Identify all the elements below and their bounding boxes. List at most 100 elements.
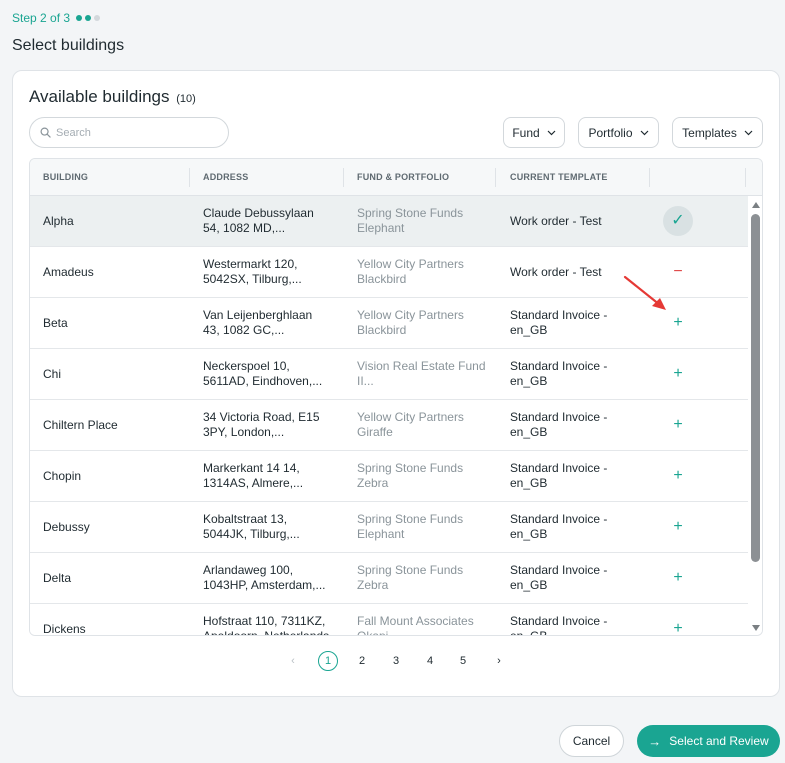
scroll-up-arrow[interactable] <box>752 202 760 208</box>
building-address: Markerkant 14 14, 1314AS, Almere,... <box>203 461 333 491</box>
fund-portfolio: Vision Real Estate Fund II... <box>357 359 487 389</box>
address-line-2: 5044JK, Tilburg,... <box>203 527 300 541</box>
next-page-button[interactable]: › <box>489 651 509 671</box>
add-button[interactable]: + <box>663 512 693 542</box>
table-row[interactable]: Beta Van Leijenberghlaan 43, 1082 GC,... Ye… <box>30 298 748 349</box>
column-divider <box>343 168 344 187</box>
column-divider <box>745 168 746 187</box>
pagination: ‹ 1 2 3 4 5 › <box>13 651 779 671</box>
fund-portfolio: Yellow City Partners Blackbird <box>357 257 487 287</box>
address-line-2: 1043HP, Amsterdam,... <box>203 578 326 592</box>
portfolio-name: Zebra <box>357 578 389 592</box>
address-line-2: 1314AS, Almere,... <box>203 476 304 490</box>
building-name: Chiltern Place <box>43 418 118 432</box>
building-name: Chopin <box>43 469 82 483</box>
fund-portfolio: Spring Stone Funds Zebra <box>357 461 487 491</box>
template-line-1: Standard Invoice - <box>510 359 608 373</box>
templates-filter[interactable]: Templates <box>672 117 763 148</box>
add-button[interactable]: + <box>663 563 693 593</box>
template-line-1: Standard Invoice - <box>510 308 608 322</box>
address-line-2: 43, 1082 GC,... <box>203 323 285 337</box>
header-fund-portfolio[interactable]: FUND & PORTFOLIO <box>357 159 449 196</box>
fund-portfolio: Spring Stone Funds Elephant <box>357 206 487 236</box>
portfolio-filter[interactable]: Portfolio <box>578 117 659 148</box>
chevron-down-icon <box>744 130 753 135</box>
portfolio-name: Blackbird <box>357 323 407 337</box>
add-button[interactable]: + <box>663 359 693 389</box>
table-row[interactable]: Chiltern Place 34 Victoria Road, E15 3PY, … <box>30 400 748 451</box>
table-row[interactable]: Delta Arlandaweg 100, 1043HP, Amsterdam,..… <box>30 553 748 604</box>
search-input[interactable] <box>56 126 206 139</box>
add-button[interactable]: + <box>663 410 693 440</box>
address-line-2: 3PY, London,... <box>203 425 285 439</box>
plus-icon: + <box>673 365 683 382</box>
step-indicator: Step 2 of 3 <box>12 11 101 25</box>
plus-icon: + <box>673 467 683 484</box>
template-line-2: en_GB <box>510 425 548 439</box>
building-name: Alpha <box>43 214 74 228</box>
table-header: BUILDING ADDRESS FUND & PORTFOLIO CURREN… <box>30 159 762 196</box>
current-template: Standard Invoice - en_GB <box>510 461 630 491</box>
step-text: Step 2 of 3 <box>12 11 71 25</box>
building-name: Delta <box>43 571 72 585</box>
template-line-1: Standard Invoice - <box>510 512 608 526</box>
portfolio-name: Blackbird <box>357 272 407 286</box>
arrow-right-icon: → <box>648 733 662 749</box>
header-address[interactable]: ADDRESS <box>203 159 248 196</box>
cancel-button[interactable]: Cancel <box>559 725 624 757</box>
add-button[interactable]: + <box>663 461 693 491</box>
add-button[interactable]: + <box>663 308 693 338</box>
template-line-1: Standard Invoice - <box>510 563 608 577</box>
buildings-table: BUILDING ADDRESS FUND & PORTFOLIO CURREN… <box>29 158 763 636</box>
portfolio-name: Elephant <box>357 527 405 541</box>
template-line-2: en_GB <box>510 578 548 592</box>
header-current-template[interactable]: CURRENT TEMPLATE <box>510 159 608 196</box>
template-line-1: Work order - Test <box>510 214 602 228</box>
building-count: (10) <box>176 93 196 105</box>
table-row[interactable]: Amadeus Westermarkt 120, 5042SX, Tilburg,.… <box>30 247 748 298</box>
selected-toggle[interactable]: ✓ <box>663 206 693 236</box>
add-button[interactable]: + <box>663 614 693 636</box>
table-row[interactable]: Alpha Claude Debussylaan 54, 1082 MD,... Sp… <box>30 196 748 247</box>
building-address: Westermarkt 120, 5042SX, Tilburg,... <box>203 257 333 287</box>
template-line-1: Standard Invoice - <box>510 410 608 424</box>
panel-title-text: Available buildings <box>29 87 170 106</box>
building-address: Kobaltstraat 13, 5044JK, Tilburg,... <box>203 512 333 542</box>
page-5[interactable]: 5 <box>453 651 473 671</box>
fund-filter[interactable]: Fund <box>503 117 565 148</box>
header-building[interactable]: BUILDING <box>43 159 88 196</box>
plus-icon: + <box>673 518 683 535</box>
address-line-2: 54, 1082 MD,... <box>203 221 286 235</box>
current-template: Standard Invoice - en_GB <box>510 410 630 440</box>
address-line-2: 5042SX, Tilburg,... <box>203 272 302 286</box>
fund-name: Yellow City Partners <box>357 257 464 271</box>
scrollbar[interactable] <box>748 196 762 635</box>
address-line-1: Neckerspoel 10, <box>203 359 290 373</box>
step-dot-1 <box>76 15 83 21</box>
current-template: Standard Invoice - en_GB <box>510 308 630 338</box>
scrollbar-thumb[interactable] <box>751 214 760 562</box>
scroll-down-arrow[interactable] <box>752 625 760 631</box>
prev-page-button[interactable]: ‹ <box>283 651 303 671</box>
table-row[interactable]: Chi Neckerspoel 10, 5611AD, Eindhoven,... V… <box>30 349 748 400</box>
fund-name: Yellow City Partners <box>357 308 464 322</box>
fund-name: Yellow City Partners <box>357 410 464 424</box>
template-line-1: Standard Invoice - <box>510 614 608 628</box>
page-1[interactable]: 1 <box>318 651 338 671</box>
building-address: Hofstraat 110, 7311KZ, Apeldoorn, Netherl… <box>203 614 333 635</box>
fund-portfolio: Spring Stone Funds Zebra <box>357 563 487 593</box>
page-2[interactable]: 2 <box>352 651 372 671</box>
column-divider <box>189 168 190 187</box>
plus-icon: + <box>673 569 683 586</box>
current-template: Standard Invoice - en_GB <box>510 563 630 593</box>
page-4[interactable]: 4 <box>420 651 440 671</box>
portfolio-name: Okapi <box>357 629 389 636</box>
search-box[interactable] <box>29 117 229 148</box>
table-row[interactable]: Debussy Kobaltstraat 13, 5044JK, Tilburg,.… <box>30 502 748 553</box>
select-and-review-button[interactable]: → Select and Review <box>637 725 780 757</box>
table-row[interactable]: Chopin Markerkant 14 14, 1314AS, Almere,..… <box>30 451 748 502</box>
table-body: Alpha Claude Debussylaan 54, 1082 MD,... Sp… <box>30 196 748 636</box>
table-row[interactable]: Dickens Hofstraat 110, 7311KZ, Apeldoorn, … <box>30 604 748 636</box>
remove-button[interactable]: − <box>663 257 693 287</box>
page-3[interactable]: 3 <box>386 651 406 671</box>
